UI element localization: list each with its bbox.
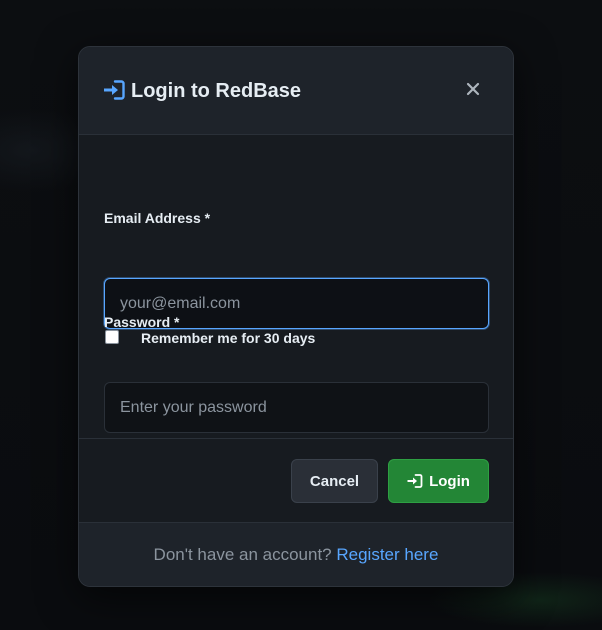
register-text: Don't have an account? Register here bbox=[79, 545, 513, 565]
sign-in-icon bbox=[407, 474, 423, 488]
remember-me-checkbox[interactable] bbox=[105, 330, 119, 344]
login-modal: Login to RedBase Email Address * Passwor… bbox=[78, 46, 514, 587]
modal-title: Login to RedBase bbox=[131, 80, 302, 102]
cancel-button[interactable]: Cancel bbox=[291, 459, 378, 503]
login-button-label: Login bbox=[429, 472, 470, 490]
modal-header: Login to RedBase bbox=[79, 47, 513, 135]
password-label: Password * bbox=[104, 314, 180, 330]
cancel-button-label: Cancel bbox=[309, 472, 360, 490]
sign-in-icon bbox=[104, 80, 125, 100]
password-field[interactable] bbox=[104, 382, 489, 433]
register-question: Don't have an account? bbox=[153, 545, 332, 564]
login-button[interactable]: Login bbox=[388, 459, 489, 503]
modal-body: Email Address * Password * Remember me f… bbox=[79, 135, 513, 438]
register-link[interactable]: Register here bbox=[336, 545, 438, 564]
email-label: Email Address * bbox=[104, 210, 211, 226]
modal-footer: Cancel Login bbox=[79, 438, 513, 523]
remember-me-label: Remember me for 30 days bbox=[141, 330, 316, 346]
close-icon[interactable] bbox=[463, 79, 483, 99]
register-prompt: Don't have an account? Register here bbox=[79, 523, 513, 586]
